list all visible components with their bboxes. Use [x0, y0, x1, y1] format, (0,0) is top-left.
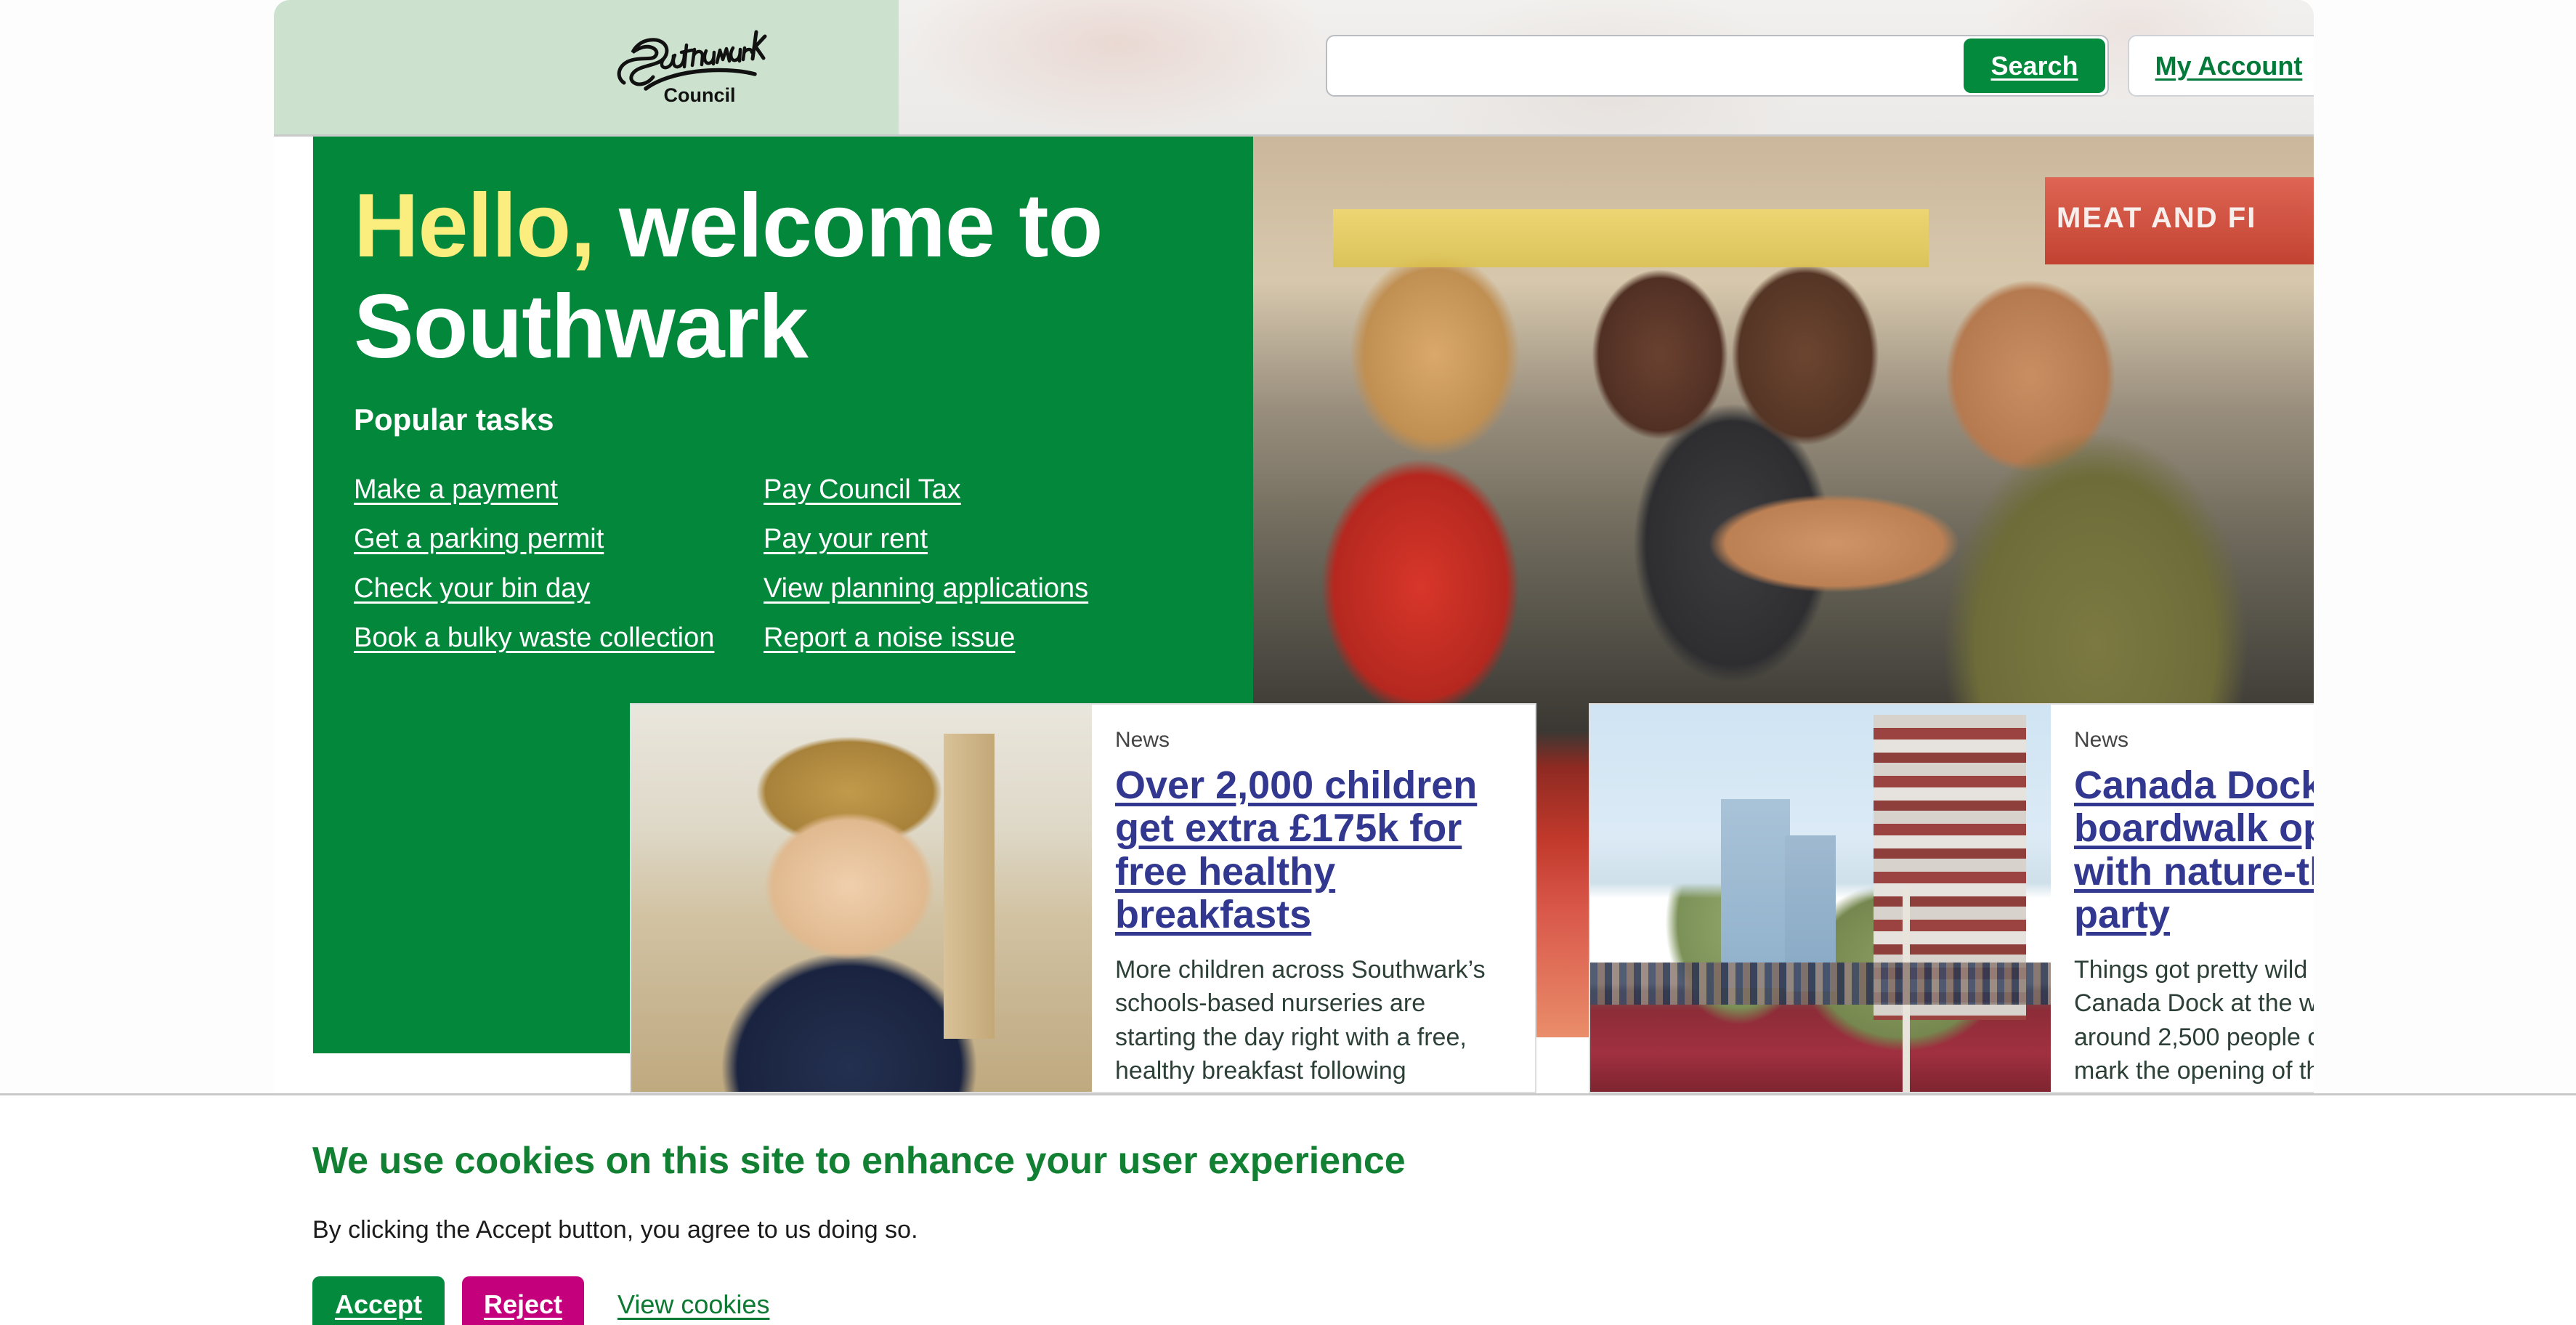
accept-cookies-button[interactable]: Accept [312, 1276, 445, 1325]
news-card-body: News Canada Dock boardwalk opens with na… [2051, 705, 2314, 1092]
news-headline-link[interactable]: Canada Dock boardwalk opens with nature-… [2074, 763, 2314, 937]
news-summary: Things got pretty wild down at Canada Do… [2074, 955, 2314, 1092]
site-header: Council Search My Account Menu [274, 0, 2314, 137]
cookie-banner-title: We use cookies on this site to enhance y… [312, 1140, 1406, 1182]
hero-greeting: Hello, [354, 176, 596, 276]
my-account-button[interactable]: My Account [2128, 35, 2314, 97]
task-link-report-a-noise-issue[interactable]: Report a noise issue [764, 613, 1162, 662]
news-headline-link[interactable]: Over 2,000 children get extra £175k for … [1115, 763, 1512, 937]
cookie-banner-text: By clicking the Accept button, you agree… [312, 1216, 918, 1244]
search-input[interactable] [1327, 36, 1961, 95]
reject-cookies-button[interactable]: Reject [462, 1276, 584, 1325]
news-card[interactable]: News Canada Dock boardwalk opens with na… [1589, 703, 2314, 1093]
market-sign: MEAT AND FI [2045, 177, 2314, 264]
svg-text:Council: Council [664, 84, 736, 106]
news-card-body: News Over 2,000 children get extra £175k… [1092, 705, 1535, 1092]
page-root: Council Search My Account Menu MEAT AND … [0, 0, 2576, 1325]
task-link-view-planning-applications[interactable]: View planning applications [764, 564, 1162, 613]
news-summary: More children across Southwark’s schools… [1115, 955, 1490, 1092]
news-category-label: News [1115, 728, 1170, 752]
cookie-banner: We use cookies on this site to enhance y… [0, 1093, 2576, 1325]
news-card-image-child [631, 705, 1092, 1092]
news-card-image-dock [1590, 705, 2051, 1092]
page-title: Hello, welcome to Southwark [354, 176, 1182, 378]
search-button[interactable]: Search [1964, 39, 2105, 93]
popular-tasks-list: Make a payment Pay Council Tax Get a par… [354, 465, 1196, 662]
market-awning-banner [1333, 209, 1929, 267]
task-link-pay-your-rent[interactable]: Pay your rent [764, 514, 1162, 564]
task-link-pay-council-tax[interactable]: Pay Council Tax [764, 465, 1162, 514]
southwark-council-logo[interactable]: Council [611, 26, 778, 108]
task-link-book-a-bulky-waste-collection[interactable]: Book a bulky waste collection [354, 613, 752, 662]
site-container: Council Search My Account Menu MEAT AND … [274, 0, 2314, 1093]
task-link-make-a-payment[interactable]: Make a payment [354, 465, 752, 514]
cookie-banner-actions: Accept Reject View cookies [312, 1276, 2576, 1325]
task-link-get-a-parking-permit[interactable]: Get a parking permit [354, 514, 752, 564]
task-link-check-your-bin-day[interactable]: Check your bin day [354, 564, 752, 613]
search-bar: Search [1326, 35, 2109, 97]
market-sign-text: MEAT AND FI [2057, 202, 2257, 234]
popular-tasks-heading: Popular tasks [354, 402, 554, 437]
news-card[interactable]: News Over 2,000 children get extra £175k… [630, 703, 1536, 1093]
news-category-label: News [2074, 728, 2129, 752]
view-cookies-link[interactable]: View cookies [617, 1289, 769, 1320]
